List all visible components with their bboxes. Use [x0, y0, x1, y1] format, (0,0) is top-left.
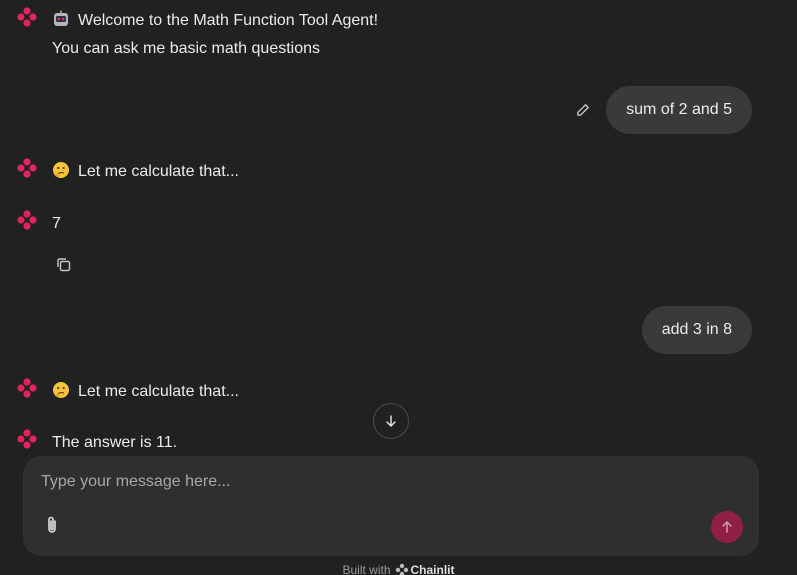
message-composer: [23, 456, 759, 556]
assistant-message: Let me calculate that...: [16, 158, 239, 186]
user-message-bubble: add 3 in 8: [641, 306, 752, 354]
user-message: sum of 2 and 5: [575, 86, 752, 134]
copy-icon[interactable]: [55, 256, 73, 274]
send-button[interactable]: [711, 511, 743, 543]
message-input[interactable]: [39, 468, 733, 496]
assistant-avatar-icon: [17, 7, 37, 27]
assistant-message-content: Let me calculate that...: [52, 378, 239, 406]
assistant-message-line: You can ask me basic math questions: [52, 40, 321, 57]
assistant-message-text: The answer is 11.: [52, 434, 178, 451]
assistant-message-line: Welcome to the Math Function Tool Agent!: [52, 7, 378, 35]
robot-face-icon: [54, 10, 68, 26]
assistant-message-result: 7: [16, 210, 61, 238]
assistant-avatar-icon: [17, 378, 37, 398]
user-message: add 3 in 8: [641, 306, 752, 354]
assistant-message-content: Let me calculate that...: [52, 158, 239, 186]
assistant-message: Let me calculate that...: [16, 378, 239, 406]
thinking-face-icon: [53, 162, 69, 178]
scroll-to-bottom-button[interactable]: [373, 403, 409, 439]
footer-brand-link[interactable]: Chainlit: [411, 563, 455, 575]
assistant-message-text: Let me calculate that...: [78, 163, 239, 180]
assistant-message-text: Let me calculate that...: [78, 383, 239, 400]
assistant-avatar-icon: [17, 210, 37, 230]
thinking-face-icon: [53, 382, 69, 398]
chat-page: Welcome to the Math Function Tool Agent!…: [0, 0, 797, 575]
arrow-down-icon: [386, 415, 396, 427]
assistant-message-answer: The answer is 11.: [16, 429, 177, 457]
assistant-avatar-icon: [17, 158, 37, 178]
welcome-title: Welcome to the Math Function Tool Agent!: [78, 12, 379, 29]
assistant-message-text: 7: [52, 215, 61, 232]
user-message-bubble: sum of 2 and 5: [606, 86, 752, 134]
paperclip-icon[interactable]: [41, 514, 63, 536]
assistant-avatar-icon: [17, 429, 37, 449]
arrow-up-icon: [722, 521, 732, 533]
edit-icon[interactable]: [575, 102, 591, 118]
chainlit-logo-icon: [395, 563, 408, 575]
footer-prefix: Built with: [342, 563, 391, 575]
assistant-message-welcome: Welcome to the Math Function Tool Agent!…: [16, 7, 378, 63]
assistant-message-content: Welcome to the Math Function Tool Agent!…: [52, 7, 378, 63]
footer: Built with Chainlit: [0, 563, 797, 575]
